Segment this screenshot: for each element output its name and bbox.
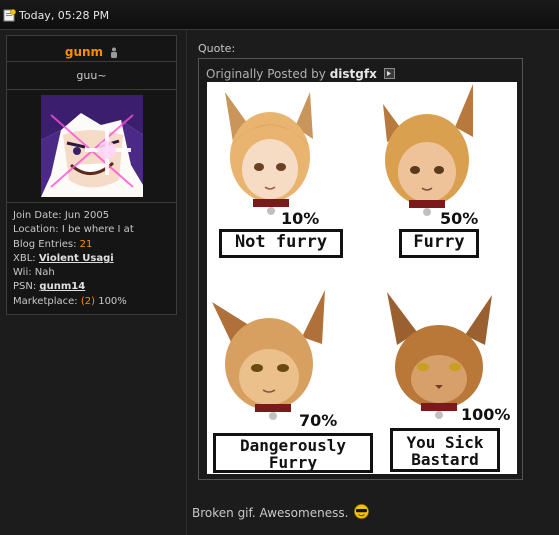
caption-dangerously-furry: Dangerously Furry [213, 433, 373, 473]
user-stats: Join Date: Jun 2005 Location: I be where… [7, 203, 176, 309]
avatar-row [7, 90, 176, 203]
cat-girl-70-illustration [212, 290, 325, 420]
post-message-text: Broken gif. Awesomeness. [192, 506, 349, 520]
blog-entries-link[interactable]: 21 [80, 239, 93, 250]
marketplace-count-link[interactable]: (2) [81, 296, 95, 307]
post-message: Broken gif. Awesomeness. [192, 504, 370, 520]
post-header-bar: Today, 05:28 PM [0, 0, 559, 30]
view-post-icon[interactable] [383, 68, 395, 79]
quote-header: Originally Posted by distgfx [206, 67, 395, 81]
user-info-panel: gunm guu~ Join Date: Jun 2005 Location: … [6, 35, 177, 315]
stat-wii: Wii: Nah [13, 267, 55, 279]
stat-join-date: Join Date: Jun 2005 [13, 210, 110, 221]
caption-not-furry: Not furry [219, 229, 343, 258]
username-row: gunm [7, 36, 176, 62]
avatar[interactable] [41, 95, 143, 197]
xbl-gamertag-link[interactable]: Violent Usagi [39, 253, 114, 264]
cool-smiley-icon [354, 504, 370, 519]
offline-status-icon [111, 47, 118, 58]
username-link[interactable]: gunm [65, 45, 103, 59]
psn-id-link[interactable]: gunm14 [39, 281, 85, 292]
caption-you-sick-bastard: You Sick Bastard [390, 428, 500, 472]
stat-xbl: XBL: Violent Usagi [13, 252, 114, 264]
cat-girl-50-illustration [383, 84, 473, 216]
post-icon [3, 9, 16, 22]
quote-author: distgfx [329, 67, 377, 81]
stat-psn: PSN: gunm14 [13, 281, 86, 293]
column-divider [186, 30, 187, 535]
stat-marketplace: Marketplace: (2) 100% [13, 295, 127, 307]
quote-box: Originally Posted by distgfx 10% Not fur… [198, 58, 523, 480]
caption-furry: Furry [399, 229, 479, 258]
quote-label: Quote: [198, 42, 236, 55]
cat-girl-10-illustration [225, 92, 313, 215]
user-title: guu~ [7, 62, 176, 90]
percent-label-2: 50% [440, 209, 479, 228]
percent-label-1: 10% [281, 209, 320, 228]
stat-blog-entries: Blog Entries: 21 [13, 238, 93, 250]
percent-label-4: 100% [461, 405, 511, 424]
post-date: Today, 05:28 PM [19, 9, 110, 22]
stat-location: Location: I be where I at [13, 224, 134, 236]
quoted-image-furry-scale: 10% Not furry 50% Furry 70% Dangerously … [207, 82, 517, 474]
percent-label-3: 70% [299, 411, 338, 430]
